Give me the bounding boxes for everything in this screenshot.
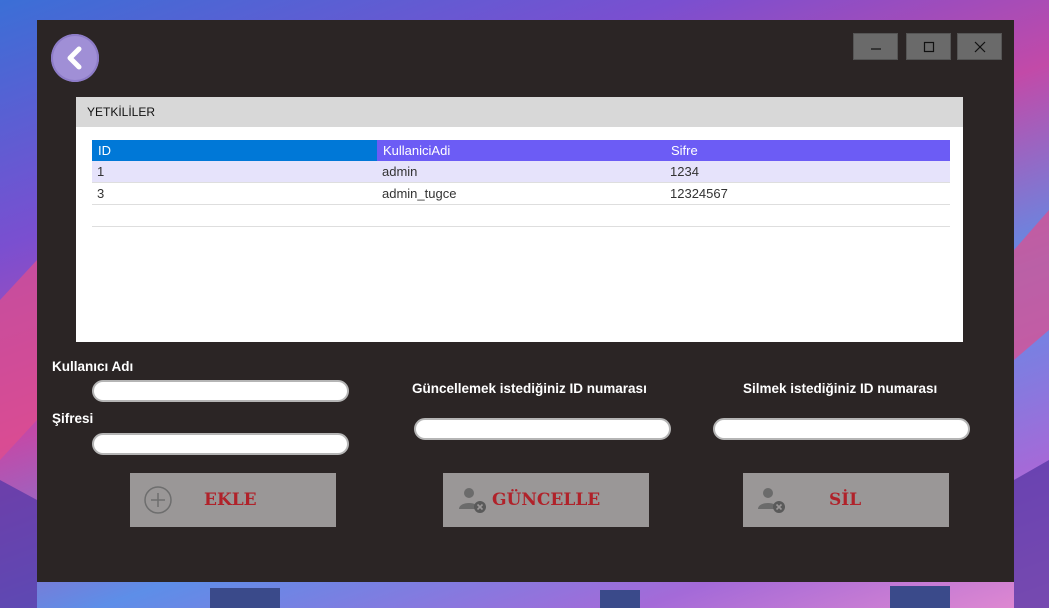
back-arrow-icon [67,46,82,70]
add-button[interactable]: EKLE [130,473,336,527]
cell-id [92,205,377,226]
close-icon [974,41,985,52]
users-table[interactable]: ID KullaniciAdi Sifre 1 admin 1234 3 adm… [92,140,950,227]
user-remove-icon [758,488,785,513]
cell-password: 12324567 [670,186,728,201]
close-button[interactable] [957,33,1002,60]
back-button[interactable] [51,34,99,82]
column-header-username[interactable]: KullaniciAdi [377,140,665,161]
password-label: Şifresi [52,411,94,426]
cell-username: admin_tugce [382,186,457,201]
column-header-password[interactable]: Sifre [665,140,950,161]
table-row-new[interactable] [92,205,950,227]
username-input[interactable] [92,380,349,402]
update-id-input[interactable] [414,418,671,440]
delete-id-label: Silmek istediğiniz ID numarası [743,381,938,396]
maximize-icon [923,41,934,52]
cell-password: 1234 [670,164,699,179]
cell-username [377,205,665,226]
cell-password [665,205,950,226]
delete-button[interactable]: SİL [743,473,949,527]
minimize-button[interactable] [853,33,898,60]
panel-title: YETKİLİLER [76,97,963,127]
update-button[interactable]: GÜNCELLE [443,473,649,527]
delete-button-label: SİL [829,490,862,510]
main-window: YETKİLİLER ID KullaniciAdi Sifre 1 admin… [37,20,1014,582]
column-header-id[interactable]: ID [92,140,377,161]
update-id-label: Güncellemek istediğiniz ID numarası [412,381,647,396]
add-button-label: EKLE [204,490,257,510]
authorized-users-panel: YETKİLİLER ID KullaniciAdi Sifre 1 admin… [76,97,963,342]
maximize-button[interactable] [906,33,951,60]
add-circle-icon [144,486,172,514]
table-row[interactable]: 3 admin_tugce 12324567 [92,183,950,205]
table-row[interactable]: 1 admin 1234 [92,161,950,183]
minimize-icon [870,47,881,50]
cell-username: admin [382,164,418,179]
user-remove-icon [459,488,486,513]
delete-id-input[interactable] [713,418,970,440]
password-input[interactable] [92,433,349,455]
cell-id: 3 [97,186,105,201]
cell-id: 1 [97,164,105,179]
update-button-label: GÜNCELLE [492,490,601,510]
username-label: Kullanıcı Adı [52,359,134,374]
table-header: ID KullaniciAdi Sifre [92,140,950,161]
